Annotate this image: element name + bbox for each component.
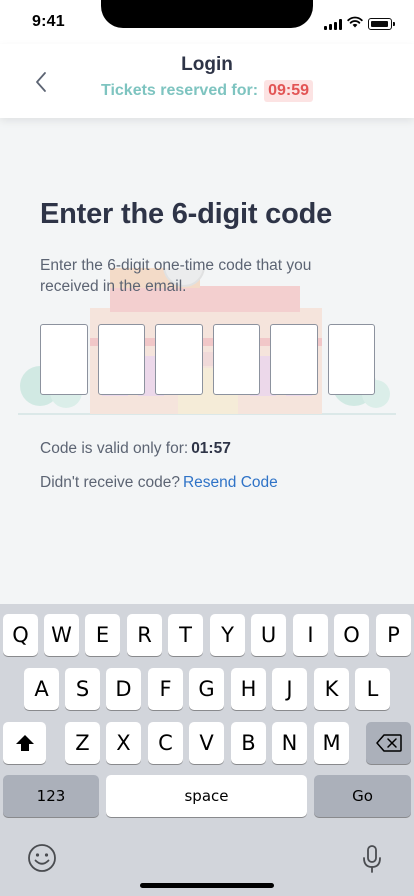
dictation-button[interactable]	[358, 842, 386, 876]
numbers-key[interactable]: 123	[3, 775, 99, 817]
status-icons	[324, 15, 395, 33]
nav-header: Login Tickets reserved for: 09:59	[0, 44, 414, 118]
emoji-icon	[28, 844, 56, 872]
key-j[interactable]: J	[272, 668, 307, 710]
home-indicator[interactable]	[140, 883, 274, 888]
key-r[interactable]: R	[127, 614, 162, 656]
otp-digit-field-5[interactable]	[270, 324, 318, 395]
main-content: Enter the 6-digit code Enter the 6-digit…	[0, 118, 414, 604]
key-b[interactable]: B	[231, 722, 266, 764]
key-x[interactable]: X	[106, 722, 141, 764]
emoji-button[interactable]	[26, 842, 58, 874]
key-a[interactable]: A	[24, 668, 59, 710]
key-d[interactable]: D	[106, 668, 141, 710]
battery-icon	[368, 18, 395, 30]
key-m[interactable]: M	[314, 722, 349, 764]
key-t[interactable]: T	[168, 614, 203, 656]
key-s[interactable]: S	[65, 668, 100, 710]
go-key[interactable]: Go	[314, 775, 411, 817]
key-o[interactable]: O	[334, 614, 369, 656]
page-title: Login	[181, 54, 233, 75]
delete-key[interactable]	[366, 722, 411, 764]
key-k[interactable]: K	[314, 668, 349, 710]
validity-label: Code is valid only for:	[40, 440, 189, 457]
shift-icon	[15, 735, 34, 751]
reservation-label: Tickets reserved for:	[100, 82, 259, 99]
shift-key[interactable]	[3, 722, 46, 764]
code-instructions: Enter the 6-digit one-time code that you…	[40, 257, 312, 295]
otp-digit-field-1[interactable]	[40, 324, 88, 395]
signal-icon	[324, 18, 342, 30]
key-i[interactable]: I	[293, 614, 328, 656]
resend-code-link[interactable]: Resend Code	[183, 474, 278, 491]
key-c[interactable]: C	[148, 722, 183, 764]
otp-input-group	[40, 324, 375, 395]
resend-prompt: Didn't receive code?	[40, 474, 180, 491]
reservation-countdown: 09:59	[264, 80, 314, 102]
key-l[interactable]: L	[355, 668, 390, 710]
status-time: 9:41	[32, 13, 65, 30]
on-screen-keyboard: Q W E R T Y U I O P A S D F G H J K L Z …	[0, 604, 414, 896]
key-g[interactable]: G	[189, 668, 224, 710]
key-e[interactable]: E	[85, 614, 120, 656]
key-p[interactable]: P	[376, 614, 411, 656]
otp-digit-field-3[interactable]	[155, 324, 203, 395]
key-u[interactable]: U	[251, 614, 286, 656]
otp-digit-field-2[interactable]	[97, 324, 145, 395]
key-y[interactable]: Y	[210, 614, 245, 656]
validity-countdown: 01:57	[191, 440, 231, 457]
key-n[interactable]: N	[272, 722, 307, 764]
code-heading: Enter the 6-digit code	[40, 198, 333, 230]
status-bar: 9:41	[0, 0, 414, 44]
key-v[interactable]: V	[189, 722, 224, 764]
space-key[interactable]: space	[106, 775, 307, 817]
key-z[interactable]: Z	[65, 722, 100, 764]
otp-digit-field-6[interactable]	[327, 324, 375, 395]
key-h[interactable]: H	[231, 668, 266, 710]
wifi-icon	[347, 15, 363, 33]
key-w[interactable]: W	[44, 614, 79, 656]
otp-digit-field-4[interactable]	[212, 324, 260, 395]
code-validity: Code is valid only for: 01:57	[40, 440, 231, 458]
microphone-icon	[363, 845, 381, 873]
device-notch	[101, 0, 313, 28]
backspace-icon	[375, 734, 402, 752]
resend-row: Didn't receive code? Resend Code	[40, 474, 278, 492]
key-f[interactable]: F	[148, 668, 183, 710]
reservation-timer: Tickets reserved for: 09:59	[0, 80, 414, 102]
key-q[interactable]: Q	[3, 614, 38, 656]
